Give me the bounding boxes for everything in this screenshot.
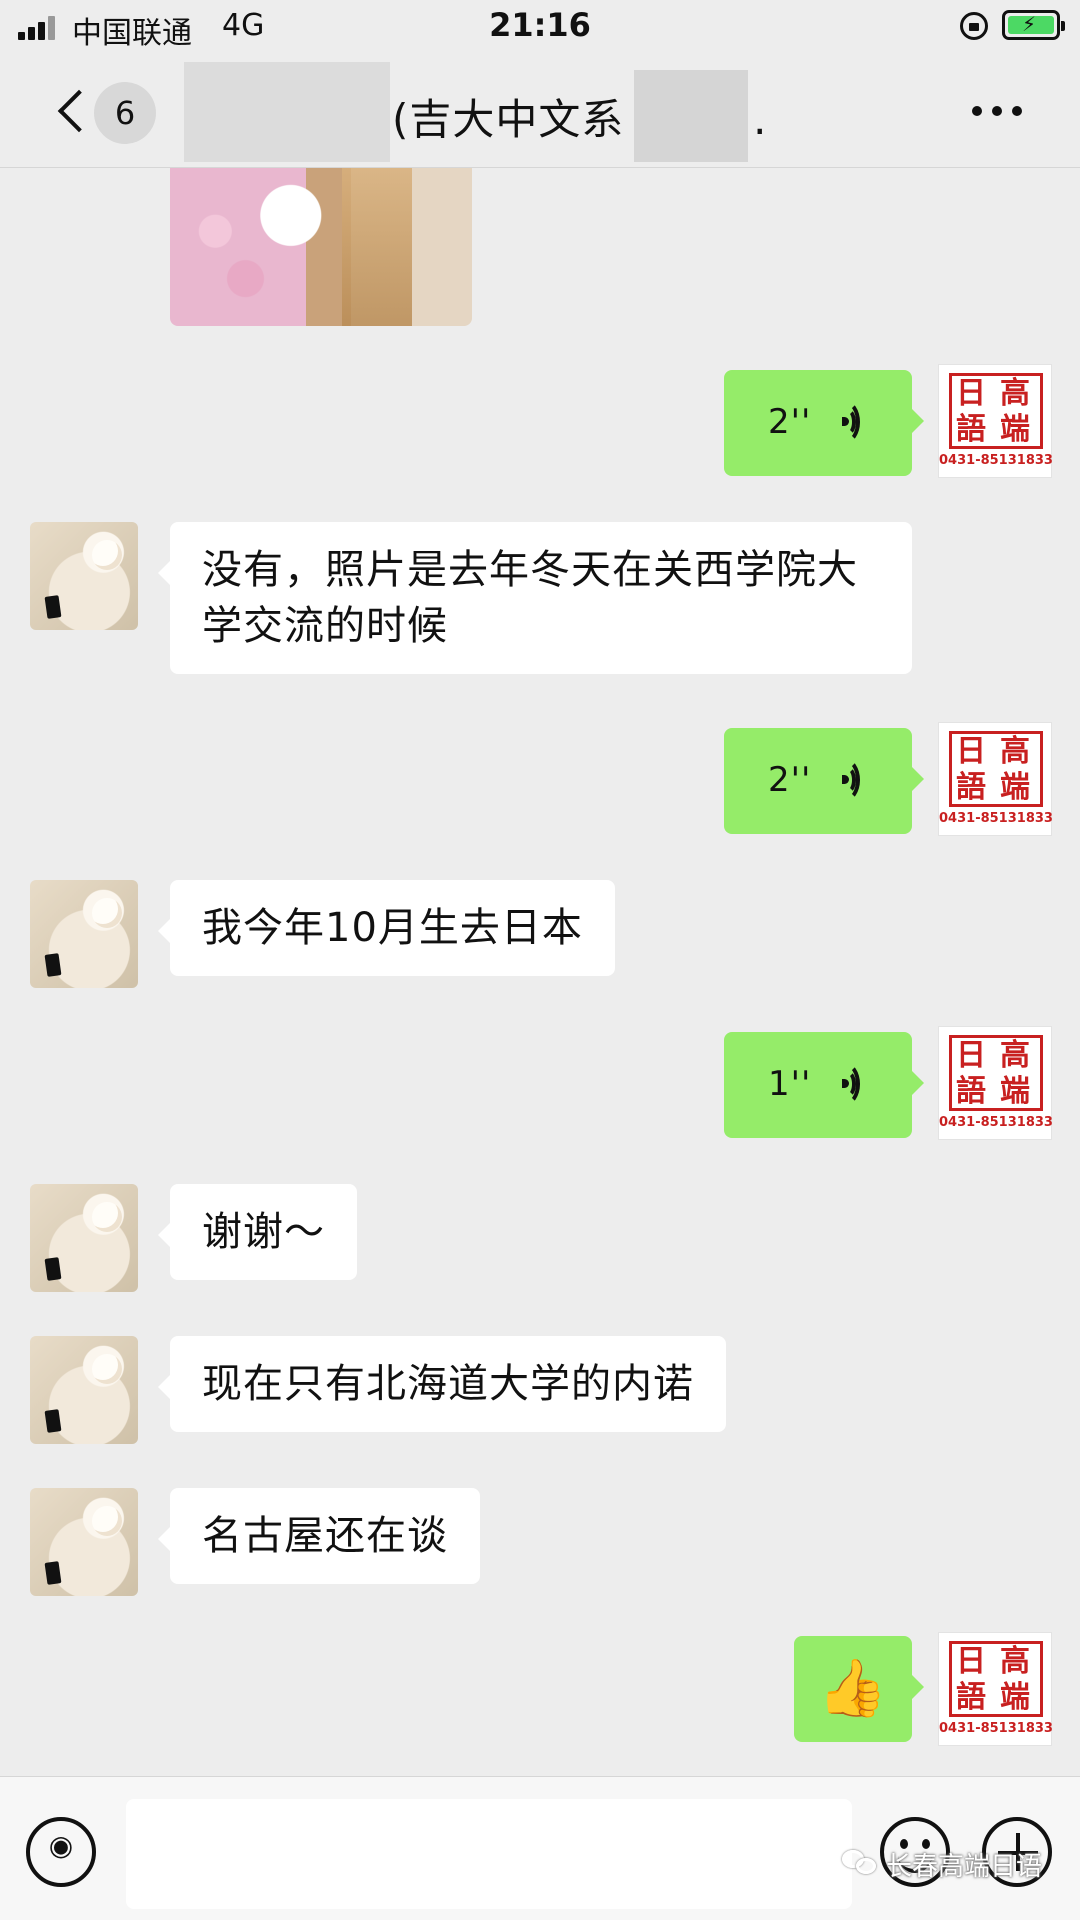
- message-input[interactable]: [126, 1799, 852, 1909]
- redacted-block: [634, 70, 748, 162]
- status-time: 21:16: [489, 6, 591, 44]
- text-message[interactable]: 现在只有北海道大学的内诺: [158, 1336, 726, 1432]
- status-bar: 中国联通 4G 21:16: [0, 0, 1080, 56]
- logo-stamp: 日高 語端: [949, 373, 1043, 449]
- redacted-block: [184, 62, 390, 162]
- wechat-logo-icon: [842, 1850, 880, 1878]
- logo-stamp: 日高 語端: [949, 1035, 1043, 1111]
- voice-wave-icon: [834, 758, 874, 802]
- voice-message[interactable]: 2'': [724, 370, 924, 476]
- text-message[interactable]: 没有，照片是去年冬天在关西学院大学交流的时候: [158, 522, 912, 674]
- voice-message[interactable]: 2'': [724, 728, 924, 834]
- voice-message[interactable]: 1'': [724, 1032, 924, 1138]
- avatar[interactable]: 日高 語端 0431-85131833: [938, 364, 1053, 478]
- logo-stamp: 日高 語端: [949, 1641, 1043, 1717]
- battery-icon: [1002, 10, 1065, 40]
- logo-stamp: 日高 語端: [949, 731, 1043, 807]
- avatar[interactable]: [30, 1336, 138, 1444]
- voice-input-icon[interactable]: [26, 1817, 96, 1887]
- rotation-lock-icon: [960, 12, 988, 40]
- voice-wave-icon: [834, 1062, 874, 1106]
- text-message[interactable]: 名古屋还在谈: [158, 1488, 480, 1584]
- voice-duration: 2'': [768, 760, 812, 800]
- watermark: 长春高端日语: [886, 1852, 1043, 1882]
- avatar[interactable]: [30, 880, 138, 988]
- avatar[interactable]: 日高 語端 0431-85131833: [938, 1632, 1053, 1746]
- voice-duration: 2'': [768, 402, 812, 442]
- more-dots-icon[interactable]: [972, 96, 1024, 126]
- avatar[interactable]: [30, 522, 138, 630]
- avatar[interactable]: 日高 語端 0431-85131833: [938, 722, 1053, 836]
- text-message[interactable]: 我今年10月生去日本: [158, 880, 615, 976]
- image-message[interactable]: [170, 168, 472, 326]
- avatar[interactable]: [30, 1184, 138, 1292]
- voice-wave-icon: [834, 400, 874, 444]
- voice-duration: 1'': [768, 1064, 812, 1104]
- unread-count-badge[interactable]: 6: [94, 82, 156, 144]
- avatar[interactable]: [30, 1488, 138, 1596]
- text-message[interactable]: 谢谢～: [158, 1184, 357, 1280]
- emoji-message[interactable]: 👍: [794, 1636, 924, 1742]
- avatar[interactable]: 日高 語端 0431-85131833: [938, 1026, 1053, 1140]
- chat-header: 6 (吉大中文系 大二…: [0, 56, 1080, 168]
- chevron-left-icon[interactable]: [52, 86, 92, 138]
